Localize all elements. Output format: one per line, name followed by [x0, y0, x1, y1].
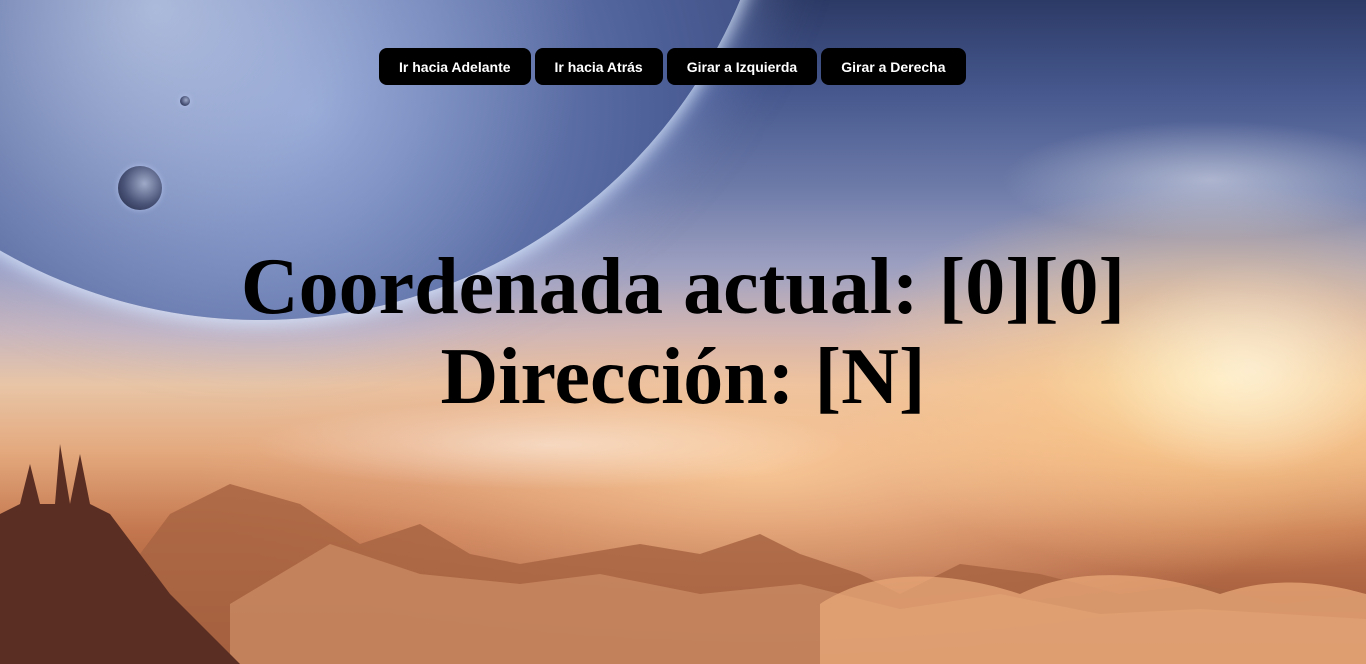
coordinate-label: Coordenada actual: — [240, 243, 919, 331]
rover-status: Coordenada actual: [0][0] Dirección: [N] — [0, 242, 1366, 422]
moon — [118, 166, 162, 210]
forward-button[interactable]: Ir hacia Adelante — [379, 48, 531, 85]
turn-left-button[interactable]: Girar a Izquierda — [666, 48, 818, 85]
direction-label: Dirección: — [440, 333, 795, 421]
navigation-toolbar: Ir hacia Adelante Ir hacia Atrás Girar a… — [379, 48, 966, 85]
direction-value: [N] — [814, 333, 926, 421]
mountain-range — [0, 444, 1366, 664]
small-moon — [180, 96, 190, 106]
direction-line: Dirección: [N] — [0, 332, 1366, 422]
cloud-wisp — [1000, 120, 1366, 240]
turn-right-button[interactable]: Girar a Derecha — [821, 48, 966, 85]
coordinate-value: [0][0] — [938, 243, 1126, 331]
coordinate-line: Coordenada actual: [0][0] — [0, 242, 1366, 332]
backward-button[interactable]: Ir hacia Atrás — [534, 48, 663, 85]
